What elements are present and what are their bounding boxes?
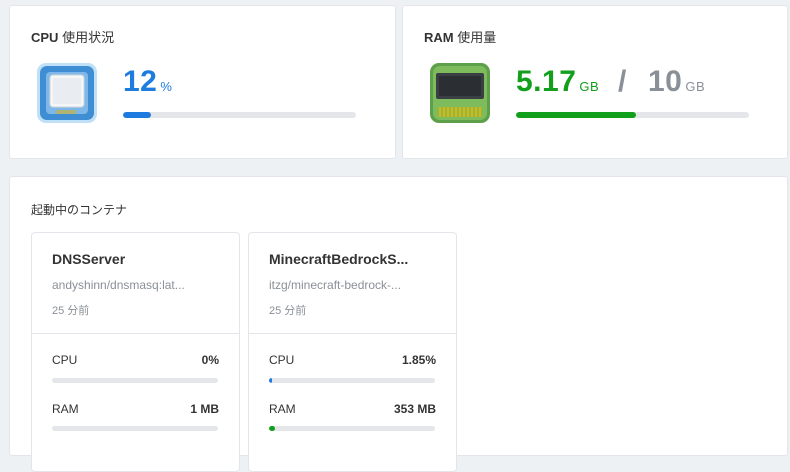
container-ram-value: 353 MB xyxy=(393,402,436,416)
ram-usage-bar xyxy=(516,112,749,118)
cpu-usage-bar xyxy=(123,112,356,118)
ram-used-display: 5.17 GB xyxy=(516,65,599,99)
container-cpu-label: CPU xyxy=(52,353,78,367)
container-cpu-label: CPU xyxy=(269,353,295,367)
container-cpu-bar xyxy=(52,378,218,383)
cpu-percent-value: 12 xyxy=(123,65,158,98)
container-cpu-value: 1.85% xyxy=(401,353,436,367)
ram-card-title: RAM 使用量 xyxy=(424,27,496,46)
container-card-divider xyxy=(32,333,239,334)
cpu-usage-bar-fill xyxy=(123,112,151,118)
ram-used-unit: GB xyxy=(579,79,600,94)
ram-total-unit: GB xyxy=(685,79,706,94)
cpu-percent-unit: % xyxy=(160,79,173,94)
container-card-divider xyxy=(249,333,456,334)
cpu-percent-display: 12% xyxy=(123,65,172,99)
cpu-usage-card: CPU 使用状況 12% xyxy=(9,5,396,159)
cpu-title-latin: CPU xyxy=(31,30,59,45)
container-uptime: 25 分前 xyxy=(52,305,90,317)
ram-module-icon xyxy=(430,63,490,123)
container-ram-bar-fill xyxy=(269,426,275,431)
container-card[interactable]: MinecraftBedrockS... itzg/minecraft-bedr… xyxy=(248,232,457,472)
ram-total-display: 10 GB xyxy=(648,65,705,99)
container-cpu-bar-fill xyxy=(269,378,273,383)
ram-usage-bar-fill xyxy=(516,112,637,118)
cpu-title-ja: 使用状況 xyxy=(62,30,115,45)
ram-usage-card: RAM 使用量 5.17 GB / 10 GB xyxy=(402,5,788,159)
ram-total-value: 10 xyxy=(648,65,683,98)
container-card[interactable]: DNSServer andyshinn/dnsmasq:lat... 25 分前… xyxy=(31,232,240,472)
container-ram-value: 1 MB xyxy=(190,402,219,416)
container-ram-label: RAM xyxy=(52,402,79,416)
ram-separator: / xyxy=(618,65,627,98)
ram-title-latin: RAM xyxy=(424,30,454,45)
container-name: MinecraftBedrockS... xyxy=(269,251,409,267)
running-containers-card: 起動中のコンテナ DNSServer andyshinn/dnsmasq:lat… xyxy=(9,176,788,472)
container-image: andyshinn/dnsmasq:lat... xyxy=(52,278,185,292)
container-image: itzg/minecraft-bedrock-... xyxy=(269,278,402,292)
container-cpu-bar xyxy=(269,378,435,383)
container-ram-bar xyxy=(52,426,218,431)
cpu-chip-icon xyxy=(37,63,97,123)
container-ram-label: RAM xyxy=(269,402,296,416)
container-ram-bar xyxy=(269,426,435,431)
container-uptime: 25 分前 xyxy=(269,305,307,317)
running-containers-title: 起動中のコンテナ xyxy=(31,203,128,217)
cpu-card-title: CPU 使用状況 xyxy=(31,27,114,46)
ram-title-ja: 使用量 xyxy=(457,30,497,45)
container-cpu-value: 0% xyxy=(201,353,219,367)
container-name: DNSServer xyxy=(52,251,126,267)
ram-used-value: 5.17 xyxy=(516,65,577,98)
